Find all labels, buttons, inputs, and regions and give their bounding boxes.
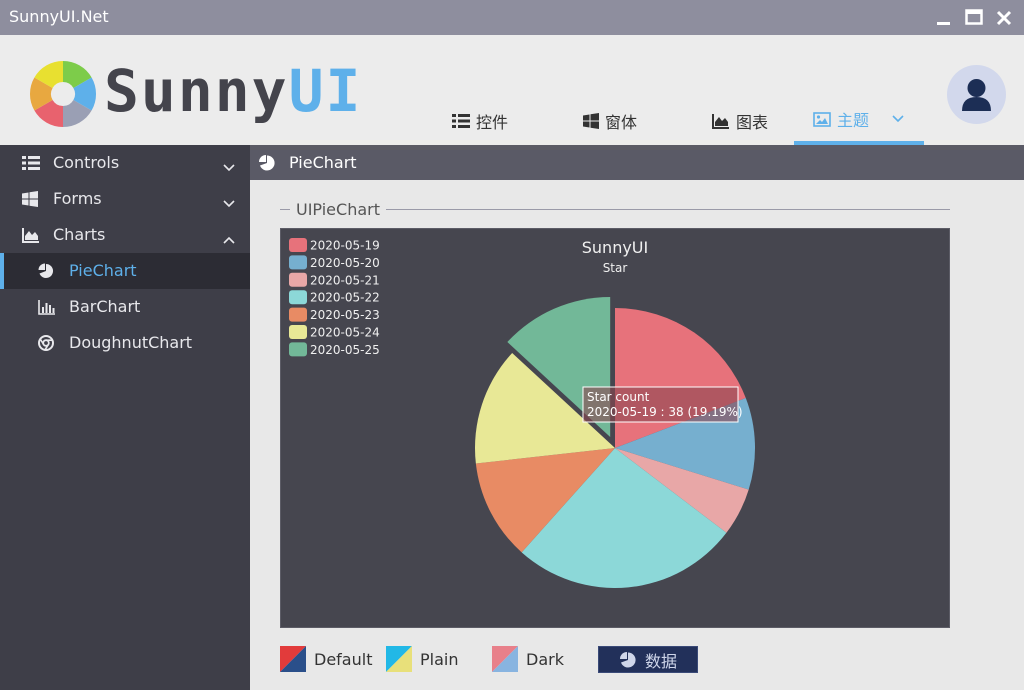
top-nav-label: 窗体 bbox=[604, 113, 637, 132]
legend-label: 2020-05-24 bbox=[310, 326, 380, 340]
legend-label: 2020-05-22 bbox=[310, 291, 380, 305]
chevron-down-icon bbox=[891, 114, 905, 124]
windows-icon bbox=[22, 191, 38, 211]
header: SunnyUI 控件 窗体 图表 主题 bbox=[0, 35, 1024, 145]
close-icon[interactable] bbox=[994, 8, 1014, 28]
legend-label: 2020-05-20 bbox=[310, 256, 380, 270]
window-title: SunnyUI.Net bbox=[9, 7, 109, 26]
user-icon bbox=[962, 79, 991, 111]
pie-chart-icon bbox=[619, 651, 636, 667]
bar-chart-icon bbox=[38, 299, 56, 319]
top-nav-controls[interactable]: 控件 bbox=[425, 97, 535, 145]
sidebar-item-doughnutchart[interactable]: DoughnutChart bbox=[0, 325, 250, 361]
tooltip-title: Star count bbox=[587, 390, 650, 404]
chart-title: SunnyUI bbox=[582, 238, 648, 257]
chart-subtitle: Star bbox=[603, 261, 628, 275]
sidebar-item-label: PieChart bbox=[69, 261, 137, 280]
avatar[interactable] bbox=[947, 65, 1006, 124]
sidebar-item-label: DoughnutChart bbox=[69, 333, 193, 352]
pie-slices bbox=[475, 297, 755, 588]
theme-swatch-default bbox=[280, 646, 306, 672]
image-icon bbox=[813, 111, 831, 127]
data-button-label: 数据 bbox=[644, 651, 677, 671]
top-nav-label: 图表 bbox=[735, 113, 768, 132]
list-icon bbox=[22, 155, 40, 175]
theme-label: Default bbox=[314, 649, 373, 669]
sidebar: Controls Forms Charts PieChart BarChart … bbox=[0, 145, 250, 690]
theme-label: Dark bbox=[526, 649, 564, 669]
pie-chart-icon bbox=[258, 154, 276, 176]
legend-swatch bbox=[289, 325, 307, 339]
theme-swatch-dark bbox=[492, 646, 518, 672]
sidebar-item-label: Forms bbox=[53, 189, 102, 208]
theme-swatch-plain bbox=[386, 646, 412, 672]
chevron-down-icon bbox=[222, 194, 236, 213]
chrome-icon bbox=[38, 335, 54, 355]
legend-label: 2020-05-23 bbox=[310, 308, 380, 322]
sidebar-item-controls[interactable]: Controls bbox=[0, 145, 250, 181]
chart-legend: 2020-05-19 2020-05-20 2020-05-21 2020-05-22… bbox=[289, 238, 380, 357]
minimize-icon[interactable] bbox=[934, 8, 954, 28]
theme-option-dark[interactable]: Dark bbox=[492, 646, 564, 672]
legend-swatch bbox=[289, 307, 307, 322]
legend-swatch bbox=[289, 342, 307, 357]
top-nav-themes[interactable]: 主题 bbox=[794, 97, 924, 145]
sidebar-item-barchart[interactable]: BarChart bbox=[0, 289, 250, 325]
area-chart-icon bbox=[22, 227, 40, 247]
theme-option-default[interactable]: Default bbox=[280, 646, 372, 672]
list-icon bbox=[451, 113, 470, 129]
legend-swatch bbox=[289, 290, 307, 305]
chart-tooltip: Star count 2020-05-19 : 38 (19.19%) bbox=[582, 386, 743, 423]
sidebar-item-charts[interactable]: Charts bbox=[0, 217, 250, 253]
sidebar-item-label: Controls bbox=[53, 153, 120, 172]
logo-text: SunnyUI bbox=[104, 57, 362, 125]
theme-label: Plain bbox=[420, 649, 459, 669]
area-chart-icon bbox=[711, 113, 730, 129]
windows-icon bbox=[582, 113, 599, 129]
legend-label: 2020-05-25 bbox=[310, 343, 380, 357]
sidebar-item-label: BarChart bbox=[69, 297, 141, 316]
legend-label: 2020-05-19 bbox=[310, 239, 380, 253]
top-nav-label: 主题 bbox=[836, 111, 869, 130]
chevron-down-icon bbox=[222, 158, 236, 177]
sidebar-item-forms[interactable]: Forms bbox=[0, 181, 250, 217]
legend-swatch bbox=[289, 272, 307, 287]
pie-chart-icon bbox=[38, 263, 54, 283]
sidebar-item-piechart[interactable]: PieChart bbox=[0, 253, 250, 289]
legend-swatch bbox=[289, 238, 307, 252]
legend-swatch bbox=[289, 255, 307, 270]
content-header: PieChart bbox=[250, 145, 1024, 180]
page-title: PieChart bbox=[289, 153, 357, 172]
theme-option-plain[interactable]: Plain bbox=[386, 646, 458, 672]
chevron-up-icon bbox=[222, 230, 236, 249]
data-button[interactable]: 数据 bbox=[598, 646, 698, 673]
pie-chart[interactable]: 2020-05-19 2020-05-20 2020-05-21 2020-05-22… bbox=[280, 228, 950, 628]
pie-chart-canvas: 2020-05-19 2020-05-20 2020-05-21 2020-05-22… bbox=[289, 238, 755, 588]
sidebar-item-label: Charts bbox=[53, 225, 106, 244]
sunnyui-logo-icon bbox=[28, 59, 98, 129]
logo-text-ui: UI bbox=[288, 57, 363, 125]
tooltip-text: 2020-05-19 : 38 (19.19%) bbox=[587, 405, 743, 419]
top-nav-charts[interactable]: 图表 bbox=[685, 97, 795, 145]
maximize-icon[interactable] bbox=[964, 8, 984, 28]
group-box-title: UIPieChart bbox=[290, 200, 386, 219]
top-nav-forms[interactable]: 窗体 bbox=[555, 97, 665, 145]
legend-label: 2020-05-21 bbox=[310, 273, 380, 287]
title-bar: SunnyUI.Net bbox=[0, 0, 1024, 35]
logo-text-sunny: Sunny bbox=[104, 57, 289, 125]
top-nav-label: 控件 bbox=[475, 113, 508, 132]
